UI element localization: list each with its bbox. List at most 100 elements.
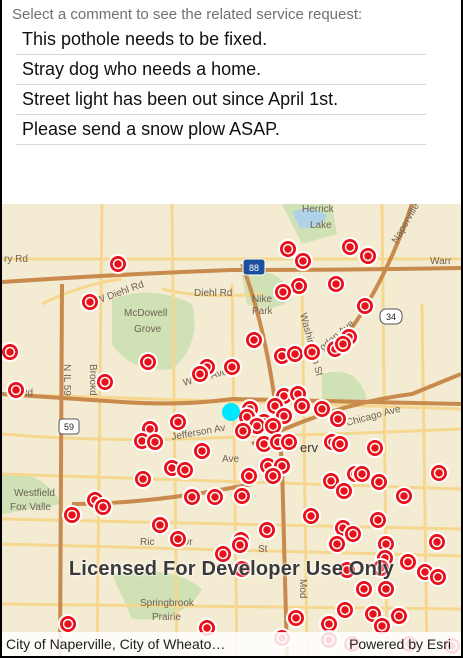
- marker-center: [236, 490, 248, 502]
- marker-center: [347, 528, 359, 540]
- map-label: Warr: [430, 256, 452, 267]
- map-label: Naperville: [390, 204, 422, 246]
- marker-center: [380, 538, 392, 550]
- map-label: ry Rd: [4, 254, 28, 265]
- marker-center: [144, 423, 156, 435]
- map-attribution-bar: City of Naperville, City of Wheato… Powe…: [2, 632, 461, 656]
- marker-center: [433, 467, 445, 479]
- marker-center: [261, 524, 273, 536]
- marker-center: [306, 346, 318, 358]
- powered-by-text: Powered by Esri: [349, 636, 451, 652]
- map-label: Diehl Rd: [194, 288, 232, 299]
- marker-center: [186, 491, 198, 503]
- marker-center: [293, 280, 305, 292]
- marker-center: [179, 464, 191, 476]
- marker-center: [289, 348, 301, 360]
- marker-center: [316, 403, 328, 415]
- marker-center: [431, 536, 443, 548]
- marker-center: [209, 491, 221, 503]
- marker-center: [226, 361, 238, 373]
- marker-center: [62, 618, 74, 630]
- marker-center: [323, 618, 335, 630]
- map-label: Nike: [252, 294, 272, 305]
- marker-center: [112, 258, 124, 270]
- marker-center: [297, 255, 309, 267]
- attribution-text[interactable]: City of Naperville, City of Wheato…: [6, 636, 225, 652]
- comment-item[interactable]: Please send a snow plow ASAP.: [16, 115, 426, 145]
- marker-center: [339, 604, 351, 616]
- app-window: Select a comment to see the related serv…: [2, 0, 461, 656]
- developer-watermark: Licensed For Developer Use Only: [68, 558, 395, 580]
- map-label: Herrick: [302, 204, 335, 215]
- marker-center: [362, 250, 374, 262]
- comment-list: This pothole needs to be fixed. Stray do…: [16, 25, 426, 145]
- marker-center: [97, 501, 109, 513]
- marker-center: [154, 519, 166, 531]
- marker-center: [234, 539, 246, 551]
- selected-location-marker[interactable]: [222, 403, 240, 421]
- marker-center: [142, 356, 154, 368]
- marker-center: [149, 436, 161, 448]
- marker-center: [172, 416, 184, 428]
- marker-center: [282, 243, 294, 255]
- map-label: McDowell: [124, 308, 167, 319]
- marker-center: [84, 296, 96, 308]
- marker-center: [373, 476, 385, 488]
- marker-center: [344, 241, 356, 253]
- map-label: Lake: [310, 220, 332, 231]
- map-label: Prairie: [152, 612, 181, 623]
- interstate-shield-label: 88: [249, 263, 259, 273]
- map-label: Springbrook: [140, 598, 195, 609]
- marker-center: [66, 509, 78, 521]
- marker-center: [334, 438, 346, 450]
- marker-center: [258, 438, 270, 450]
- marker-center: [305, 510, 317, 522]
- marker-center: [369, 442, 381, 454]
- marker-center: [330, 278, 342, 290]
- map-view[interactable]: Herrick Lake Warr ry Rd W Diehl Rd Diehl…: [2, 204, 461, 656]
- basemap: Herrick Lake Warr ry Rd W Diehl Rd Diehl…: [2, 204, 461, 656]
- marker-center: [338, 485, 350, 497]
- marker-center: [380, 583, 392, 595]
- map-label: Mod: [297, 579, 308, 598]
- map-label: erv: [300, 440, 319, 455]
- map-label: Grove: [134, 324, 162, 335]
- marker-center: [296, 400, 308, 412]
- marker-center: [367, 608, 379, 620]
- marker-center: [99, 376, 111, 388]
- marker-center: [4, 346, 16, 358]
- map-label: Westfield: [14, 488, 55, 499]
- marker-center: [243, 470, 255, 482]
- marker-center: [237, 425, 249, 437]
- map-label: N IL 59: [61, 364, 72, 396]
- marker-center: [325, 475, 337, 487]
- route-shield-label: 34: [386, 312, 396, 322]
- marker-center: [283, 436, 295, 448]
- marker-center: [172, 533, 184, 545]
- marker-center: [393, 610, 405, 622]
- comment-item[interactable]: This pothole needs to be fixed.: [16, 25, 426, 55]
- marker-center: [196, 445, 208, 457]
- marker-center: [267, 420, 279, 432]
- marker-center: [251, 420, 263, 432]
- marker-center: [277, 286, 289, 298]
- comment-item[interactable]: Street light has been out since April 1s…: [16, 85, 426, 115]
- marker-center: [278, 410, 290, 422]
- marker-center: [10, 384, 22, 396]
- marker-center: [248, 334, 260, 346]
- marker-center: [194, 368, 206, 380]
- marker-center: [359, 300, 371, 312]
- map-label: St: [258, 544, 268, 555]
- marker-center: [337, 338, 349, 350]
- marker-center: [372, 514, 384, 526]
- marker-center: [332, 413, 344, 425]
- comment-item[interactable]: Stray dog who needs a home.: [16, 55, 426, 85]
- route-shield-label: 59: [64, 422, 74, 432]
- marker-center: [356, 468, 368, 480]
- marker-center: [376, 620, 388, 632]
- marker-center: [137, 473, 149, 485]
- comment-list-prompt: Select a comment to see the related serv…: [12, 6, 363, 23]
- marker-center: [358, 583, 370, 595]
- map-label: Ric: [140, 537, 154, 548]
- map-label: Ave: [222, 454, 239, 465]
